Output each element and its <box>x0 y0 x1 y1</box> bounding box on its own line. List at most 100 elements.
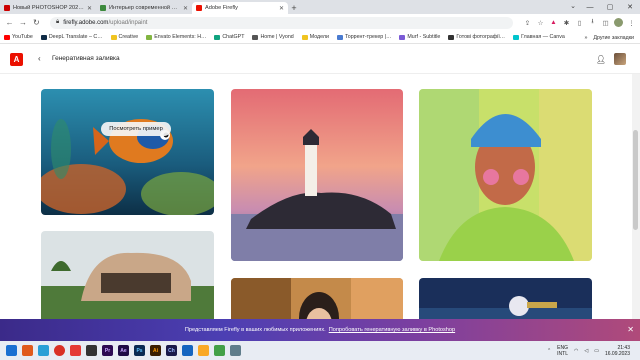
deepl-icon <box>40 34 47 40</box>
example-card-lighthouse[interactable] <box>231 89 403 261</box>
taskbar-app-icon[interactable] <box>230 345 241 356</box>
bookmark-item[interactable]: ChatGPT <box>214 34 244 40</box>
page-title: Генеративная заливка <box>52 55 120 62</box>
tab-favicon-icon <box>4 5 10 11</box>
taskbar-app-icon[interactable] <box>214 345 225 356</box>
after-effects-icon[interactable]: Ae <box>118 345 129 356</box>
space-image <box>419 278 592 319</box>
forward-arrow-icon[interactable]: → <box>17 17 28 29</box>
tray-chevron-up-icon[interactable]: ⌃ <box>547 348 551 354</box>
battery-icon[interactable]: ▭ <box>594 348 599 354</box>
close-window-icon[interactable]: ✕ <box>620 0 640 14</box>
taskbar-app-icon[interactable] <box>198 345 209 356</box>
clock[interactable]: 21:43 16.09.2023 <box>605 345 630 357</box>
example-card-space[interactable] <box>419 278 592 319</box>
bookmark-item[interactable]: Торрент-трекер |… <box>336 34 391 40</box>
maximize-icon[interactable]: ▢ <box>600 0 620 14</box>
example-card-house[interactable] <box>41 231 214 319</box>
adobe-favicon-icon <box>196 5 202 11</box>
user-icon[interactable]: 👤︎ <box>596 54 606 64</box>
bookmark-item[interactable]: Готові фотографії… <box>448 34 505 40</box>
back-arrow-icon[interactable]: ← <box>4 17 15 29</box>
tab-title: Интерьер современной фотос <box>109 5 180 11</box>
close-tab-icon[interactable]: ✕ <box>87 5 92 12</box>
scrollbar-thumb[interactable] <box>633 130 638 230</box>
bookmark-item[interactable]: YouTube <box>4 34 33 40</box>
vyond-icon <box>252 34 259 40</box>
tab-title: Новый PHOTOSHOP 2024 | Отве <box>13 5 84 11</box>
illustrator-icon[interactable]: Ai <box>150 345 161 356</box>
bookmark-folder[interactable]: Модели <box>301 34 329 40</box>
house-image <box>41 231 214 319</box>
example-card-portrait[interactable] <box>419 89 592 261</box>
bookmark-folder[interactable]: Creative <box>110 34 138 40</box>
taskbar-app-icon[interactable] <box>182 345 193 356</box>
gallery <box>0 74 640 319</box>
back-chevron-icon[interactable]: ‹ <box>38 54 41 63</box>
browser-tab[interactable]: Новый PHOTOSHOP 2024 | Отве ✕ <box>0 2 96 14</box>
lock-icon: 🔒︎ <box>55 19 60 25</box>
view-example-button[interactable]: Посмотреть пример <box>101 122 171 136</box>
chevron-right-icon: » <box>584 34 588 41</box>
address-path: /upload/inpaint <box>108 19 148 26</box>
youtube-icon <box>4 34 10 40</box>
menu-kebab-icon[interactable]: ⋮ <box>627 18 636 27</box>
close-tab-icon[interactable]: ✕ <box>183 5 188 12</box>
folder-icon <box>110 34 117 40</box>
bookmark-item[interactable]: Murf - Subtitle <box>399 34 440 40</box>
browser-tab[interactable]: Интерьер современной фотос ✕ <box>96 2 192 14</box>
avatar[interactable] <box>614 53 626 65</box>
chrome-icon[interactable] <box>54 345 65 356</box>
example-card-woman[interactable] <box>231 278 403 319</box>
canva-icon <box>513 34 520 40</box>
language-indicator[interactable]: ENG INTL <box>557 345 568 357</box>
system-tray: ⌃ ENG INTL ◠ ◁ ▭ 21:43 16.09.2023 <box>547 341 640 360</box>
example-card-fish[interactable] <box>41 89 214 215</box>
bookmarks-bar: YouTube DeepL Translate – C… Creative En… <box>0 31 640 44</box>
character-animator-icon[interactable]: Ch <box>166 345 177 356</box>
portrait-image <box>419 89 592 261</box>
profile-avatar[interactable] <box>614 18 624 27</box>
bookmark-item[interactable]: Home | Vyond <box>252 34 294 40</box>
browser-tab-active[interactable]: Adobe Firefly ✕ <box>192 2 288 14</box>
taskbar-app-icon[interactable] <box>38 345 49 356</box>
extension-icon[interactable]: ▲ <box>549 18 558 27</box>
other-bookmarks[interactable]: » Другие закладки <box>578 31 634 43</box>
toolbar-actions: ⇪ ☆ ▲ ✱ ▯ ⭳ ◫ ⋮ <box>523 18 636 27</box>
adobe-logo-icon[interactable]: A <box>10 53 23 66</box>
promo-link[interactable]: Попробовать генеративную заливку в Photo… <box>329 327 455 333</box>
windows-start-icon[interactable] <box>6 345 17 356</box>
bookmark-item[interactable]: Главная — Canva <box>513 34 565 40</box>
promo-text: Представляем Firefly в ваших любимых при… <box>184 327 326 333</box>
taskbar-apps: Pr Ae Ps Ai Ch <box>6 345 241 356</box>
close-icon[interactable]: ✕ <box>627 325 634 334</box>
volume-icon[interactable]: ◁ <box>584 348 588 354</box>
window-controls: — ▢ ✕ <box>580 0 640 14</box>
extensions-puzzle-icon[interactable]: ✱ <box>562 18 571 27</box>
taskbar-app-icon[interactable] <box>70 345 81 356</box>
close-tab-icon[interactable]: ✕ <box>279 5 284 12</box>
premiere-icon[interactable]: Pr <box>102 345 113 356</box>
download-icon[interactable]: ⭳ <box>588 18 597 27</box>
tab-search-chevron-icon[interactable]: ⌄ <box>570 2 576 10</box>
bookmark-item[interactable]: DeepL Translate – C… <box>40 34 103 40</box>
chatgpt-icon <box>214 34 221 40</box>
taskbar-app-icon[interactable] <box>86 345 97 356</box>
envato-icon <box>146 34 153 40</box>
bookmark-item[interactable]: Envato Elements: H… <box>146 34 206 40</box>
wifi-icon[interactable]: ◠ <box>574 348 578 354</box>
share-icon[interactable]: ⇪ <box>523 18 532 27</box>
reload-icon[interactable]: ↻ <box>31 17 42 29</box>
taskbar-app-icon[interactable] <box>22 345 33 356</box>
bookmark-star-icon[interactable]: ☆ <box>536 18 545 27</box>
address-domain: firefly.adobe.com <box>63 19 109 26</box>
sidebar-icon[interactable]: ▯ <box>575 18 584 27</box>
minimize-icon[interactable]: — <box>580 0 600 14</box>
folder-icon <box>301 34 308 40</box>
photoshop-icon[interactable]: Ps <box>134 345 145 356</box>
promo-banner: Представляем Firefly в ваших любимых при… <box>0 319 640 341</box>
split-view-icon[interactable]: ◫ <box>601 18 610 27</box>
address-bar[interactable]: 🔒︎ firefly.adobe.com/upload/inpaint <box>49 16 514 29</box>
photo-icon <box>448 34 455 40</box>
new-tab-icon[interactable]: + <box>288 2 300 14</box>
